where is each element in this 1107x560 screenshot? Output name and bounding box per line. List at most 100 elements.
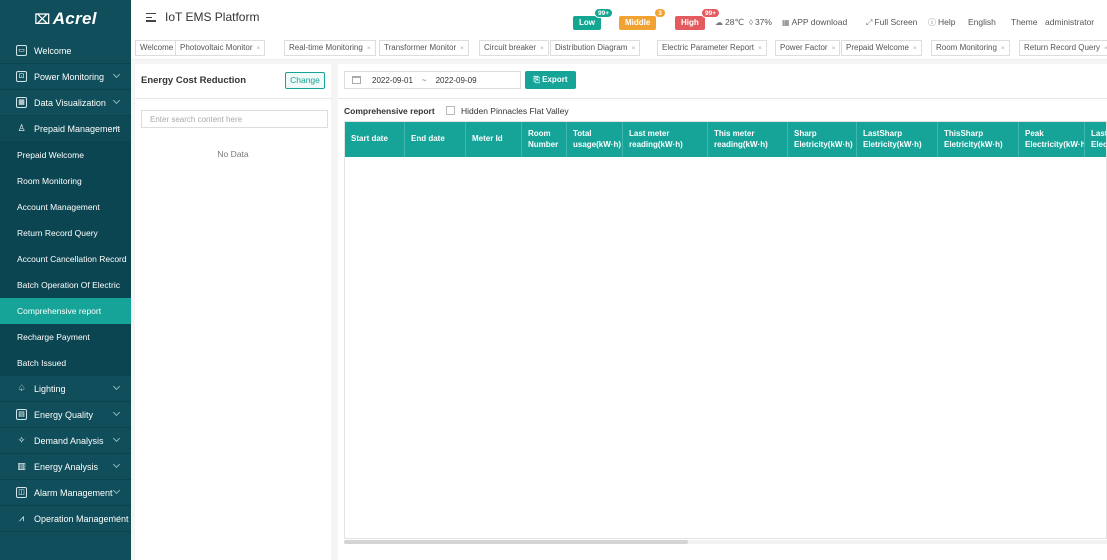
sidebar-subitem-account-cancellation-record[interactable]: Account Cancellation Record	[0, 246, 131, 272]
column-header[interactable]: Last meter reading(kW·h)	[623, 122, 708, 157]
date-range-separator: ~	[421, 75, 427, 85]
tab-room-monitoring[interactable]: Room Monitoring ×	[931, 40, 1010, 56]
column-header[interactable]: End date	[405, 122, 466, 157]
app-download-link[interactable]: ▦ APP download	[782, 17, 847, 27]
scrollbar-thumb[interactable]	[344, 540, 688, 544]
tab-close-icon[interactable]: ×	[758, 45, 762, 52]
sidebar-subitem-batch-operation-of-electric[interactable]: Batch Operation Of Electric	[0, 272, 131, 298]
alert-low-label: Low	[579, 18, 595, 27]
report-title: Comprehensive report	[344, 106, 435, 116]
tab-close-icon[interactable]: ×	[540, 45, 544, 52]
help-button[interactable]: ⓘ Help	[928, 17, 955, 28]
hidden-flat-valley-checkbox[interactable]	[446, 106, 455, 115]
alert-high-label: High	[681, 18, 699, 27]
tab-label: Real-time Monitoring	[289, 43, 363, 52]
chevron-down-icon	[112, 434, 121, 443]
export-button[interactable]: ⎘ Export	[525, 71, 576, 89]
sidebar-subitem-return-record-query[interactable]: Return Record Query	[0, 220, 131, 246]
sidebar-subitem-room-monitoring[interactable]: Room Monitoring	[0, 168, 131, 194]
weather-icon: ☁	[715, 18, 723, 27]
sidebar-item-label: Energy Quality	[34, 409, 94, 420]
tab-welcome[interactable]: Welcome	[135, 40, 179, 56]
tab-close-icon[interactable]: ×	[913, 45, 917, 52]
horizontal-scrollbar[interactable]	[344, 540, 1107, 544]
sidebar-item-power-monitoring[interactable]: ⊡ Power Monitoring	[0, 64, 131, 90]
column-header[interactable]: Room Number	[522, 122, 567, 157]
tab-distribution-diagram[interactable]: Distribution Diagram ×	[550, 40, 641, 56]
alert-middle-badge[interactable]: Middle 3	[619, 8, 666, 30]
column-header[interactable]: LastSharp Eletricity(kW·h)	[857, 122, 938, 157]
tab-close-icon[interactable]: ×	[460, 45, 464, 52]
sidebar-item-welcome[interactable]: ▭ Welcome	[0, 38, 131, 64]
divider	[135, 98, 331, 99]
sidebar-item-prepaid-management[interactable]: ♙ Prepaid Management	[0, 116, 131, 142]
tab-power-factor[interactable]: Power Factor ×	[775, 40, 841, 56]
tab-close-icon[interactable]: ×	[832, 45, 836, 52]
alert-low-badge[interactable]: Low 99+	[573, 8, 614, 30]
full-screen-button[interactable]: ⤢ Full Screen	[866, 17, 917, 28]
tab-close-icon[interactable]: ×	[1001, 45, 1005, 52]
chevron-down-icon	[112, 460, 121, 469]
sidebar-item-energy-quality[interactable]: ▤ Energy Quality	[0, 402, 131, 428]
tab-label: Room Monitoring	[936, 43, 997, 52]
tab-circuit-breaker[interactable]: Circuit breaker ×	[479, 40, 549, 56]
sidebar-item-label: Demand Analysis	[34, 435, 104, 446]
sidebar-item-label: Power Monitoring	[34, 71, 105, 82]
sidebar-subitem-recharge-payment[interactable]: Recharge Payment	[0, 324, 131, 350]
column-header[interactable]: This meter reading(kW·h)	[708, 122, 788, 157]
sidebar-item-alarm-management[interactable]: ◫ Alarm Management	[0, 480, 131, 506]
chevron-down-icon	[112, 96, 121, 105]
column-header[interactable]: ThisSharp Eletricity(kW·h)	[938, 122, 1019, 157]
divider	[338, 98, 1107, 99]
tab-return-record-query[interactable]: Return Record Query×	[1019, 40, 1107, 56]
alert-high-badge[interactable]: High 99+	[675, 8, 721, 30]
monitor-icon: ▭	[16, 45, 27, 56]
date-end: 2022-09-09	[435, 75, 477, 85]
hamburger-menu-icon[interactable]	[146, 13, 156, 22]
alert-middle-count: 3	[654, 8, 666, 18]
tab-transformer-monitor[interactable]: Transformer Monitor ×	[379, 40, 469, 56]
chevron-down-icon	[112, 486, 121, 495]
sidebar-item-demand-analysis[interactable]: ✧ Demand Analysis	[0, 428, 131, 454]
column-header[interactable]: Sharp Eletricity(kW·h)	[788, 122, 857, 157]
column-header[interactable]: Total usage(kW·h)	[567, 122, 623, 157]
tab-label: Distribution Diagram	[555, 43, 628, 52]
column-header[interactable]: Peak Electricity(kW·h)	[1019, 122, 1085, 157]
empty-state-text: No Data	[217, 149, 249, 159]
sidebar-item-operation-management[interactable]: ⩘ Operation Management	[0, 506, 131, 532]
tab-close-icon[interactable]: ×	[631, 45, 635, 52]
user-menu[interactable]: administrator	[1045, 17, 1094, 27]
lighting-icon: ♤	[17, 383, 26, 393]
column-header[interactable]: Meter Id	[466, 122, 522, 157]
tab-close-icon[interactable]: ×	[367, 45, 371, 52]
sidebar-subitem-account-management[interactable]: Account Management	[0, 194, 131, 220]
date-range-picker[interactable]: 2022-09-01 ~ 2022-09-09	[344, 71, 521, 89]
column-header[interactable]: LastPeak Electricity(kW·h)	[1085, 122, 1106, 157]
tab-label: Circuit breaker	[484, 43, 537, 52]
sidebar-subitem-comprehensive-report[interactable]: Comprehensive report	[0, 298, 131, 324]
sidebar-subitem-batch-issued[interactable]: Batch Issued	[0, 350, 131, 376]
humidity-readout: ◊ 37%	[749, 17, 772, 27]
tab-electric-parameter-report[interactable]: Electric Parameter Report ×	[657, 40, 767, 56]
humidity-value: 37%	[754, 17, 772, 27]
alert-low-count: 99+	[594, 8, 614, 18]
prepaid-icon: ♙	[17, 123, 26, 133]
change-button[interactable]: Change	[285, 72, 325, 89]
sidebar-item-lighting[interactable]: ♤ Lighting	[0, 376, 131, 402]
sidebar-item-energy-analysis[interactable]: ▥ Energy Analysis	[0, 454, 131, 480]
tab-real-time-monitoring[interactable]: Real-time Monitoring ×	[284, 40, 376, 56]
acrel-logo: ⌧ Acrel	[0, 0, 131, 38]
language-switch[interactable]: English	[968, 17, 996, 27]
tab-bar: Welcome Photovoltaic Monitor × Real-time Mo…	[131, 38, 1107, 60]
theme-switch[interactable]: Theme	[1011, 17, 1037, 27]
tab-prepaid-welcome[interactable]: Prepaid Welcome ×	[841, 40, 922, 56]
tree-search-input[interactable]	[141, 110, 328, 128]
sidebar-subitem-prepaid-welcome[interactable]: Prepaid Welcome	[0, 142, 131, 168]
tab-close-icon[interactable]: ×	[256, 45, 260, 52]
column-header[interactable]: Start date	[345, 122, 405, 157]
sidebar-item-data-visualization[interactable]: ▦ Data Visualization	[0, 90, 131, 116]
sidebar-item-label: Welcome	[34, 45, 72, 56]
tab-photovoltaic-monitor[interactable]: Photovoltaic Monitor ×	[175, 40, 266, 56]
sidebar-item-label: Prepaid Management	[34, 123, 121, 134]
data-visualization-icon: ▦	[16, 97, 27, 108]
